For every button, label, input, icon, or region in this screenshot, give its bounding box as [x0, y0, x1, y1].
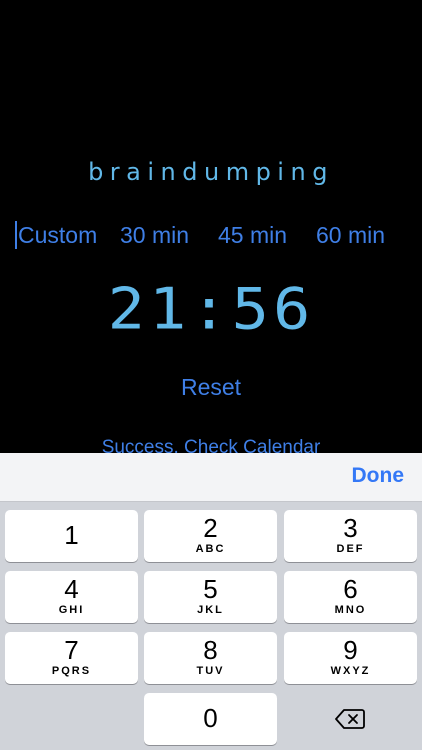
- key-6[interactable]: 6 MNO: [284, 571, 417, 623]
- key-digit: 3: [343, 513, 358, 543]
- key-digit: 4: [64, 574, 79, 604]
- key-digit: 8: [203, 635, 218, 665]
- key-digit: 2: [203, 513, 218, 543]
- done-button[interactable]: Done: [352, 464, 405, 488]
- key-2[interactable]: 2 ABC: [144, 510, 277, 562]
- key-9[interactable]: 9 WXYZ: [284, 632, 417, 684]
- key-7[interactable]: 7 PQRS: [5, 632, 138, 684]
- backspace-icon: [335, 709, 365, 729]
- key-letters: WXYZ: [330, 665, 371, 677]
- key-letters: DEF: [336, 543, 365, 555]
- app-screen: braindumping Custom 30 min 45 min 60 min…: [0, 0, 422, 453]
- key-letters: MNO: [334, 604, 367, 616]
- duration-presets: Custom 30 min 45 min 60 min: [14, 218, 414, 252]
- key-5[interactable]: 5 JKL: [144, 571, 277, 623]
- key-digit: 0: [203, 703, 218, 733]
- status-message: Success, Check Calendar: [101, 437, 321, 453]
- key-digit: 1: [64, 520, 79, 550]
- reset-button[interactable]: Reset: [181, 374, 241, 400]
- keyboard-toolbar: Done: [0, 453, 422, 502]
- key-letters: GHI: [58, 604, 85, 616]
- key-1[interactable]: 1: [5, 510, 138, 562]
- preset-45-min-button[interactable]: 45 min: [218, 222, 287, 249]
- key-0[interactable]: 0: [144, 693, 277, 745]
- reset-row: Reset: [0, 374, 422, 401]
- key-digit: 7: [64, 635, 79, 665]
- key-digit: 9: [343, 635, 358, 665]
- key-letters: JKL: [197, 604, 224, 616]
- app-title: braindumping: [88, 158, 334, 186]
- key-digit: 6: [343, 574, 358, 604]
- key-3[interactable]: 3 DEF: [284, 510, 417, 562]
- countdown-timer: 21:56: [107, 274, 315, 343]
- numeric-keypad: Done 1 2 ABC 3 DEF 4 GHI 5 JKL 6 MNO 7 P…: [0, 453, 422, 750]
- preset-60-min-button[interactable]: 60 min: [316, 222, 385, 249]
- backspace-button[interactable]: [290, 693, 410, 745]
- preset-30-min-button[interactable]: 30 min: [120, 222, 189, 249]
- key-8[interactable]: 8 TUV: [144, 632, 277, 684]
- text-cursor: [15, 221, 17, 249]
- custom-duration-field[interactable]: Custom: [18, 222, 97, 249]
- key-4[interactable]: 4 GHI: [5, 571, 138, 623]
- key-letters: ABC: [195, 543, 226, 555]
- key-letters: PQRS: [51, 665, 92, 677]
- key-digit: 5: [203, 574, 218, 604]
- key-letters: TUV: [196, 665, 225, 677]
